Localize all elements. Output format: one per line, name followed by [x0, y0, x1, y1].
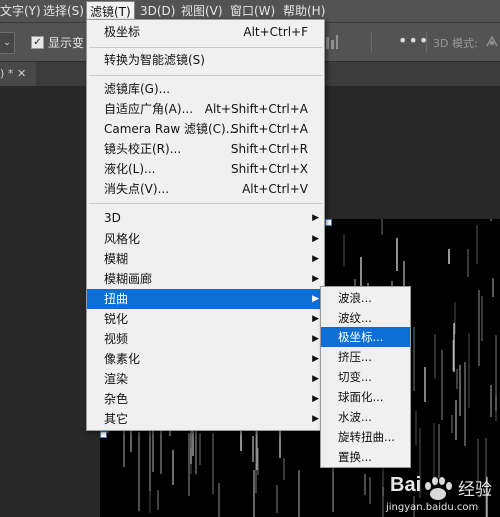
menu-item-shortcut: Alt+Ctrl+V [242, 182, 308, 196]
menu-item-label: Camera Raw 滤镜(C)... [104, 122, 238, 136]
submenu-item-twirl[interactable]: 旋转扭曲... [321, 427, 410, 447]
menu-item-label: 视频 [104, 332, 129, 346]
submenu-arrow-icon: ▶ [312, 374, 319, 384]
tool-preset-dropdown[interactable]: ⌄ [0, 32, 15, 54]
menu-item-liquify[interactable]: 液化(L)... Shift+Ctrl+X [87, 159, 324, 179]
submenu-item-pinch[interactable]: 挤压... [321, 347, 410, 367]
distort-submenu: 波浪... 波纹... 极坐标... 挤压... 切变... 球面化... 水波… [320, 286, 411, 468]
menu-item-label: 极坐标 [104, 25, 141, 39]
menu-item-label: 消失点(V)... [104, 182, 170, 196]
menu-item-3d[interactable]: 3D ▶ [87, 208, 324, 228]
submenu-item-displace[interactable]: 置换... [321, 447, 410, 467]
submenu-arrow-icon: ▶ [312, 314, 319, 324]
submenu-item-spherize[interactable]: 球面化... [321, 387, 410, 407]
menu-separator [89, 47, 322, 48]
submenu-item-polar-coordinates[interactable]: 极坐标... [321, 327, 410, 347]
menu-item-sharpen[interactable]: 锐化 ▶ [87, 309, 324, 329]
menu-item-camera-raw[interactable]: Camera Raw 滤镜(C)... Shift+Ctrl+A [87, 119, 324, 139]
submenu-item-label: 球面化... [338, 390, 384, 404]
menu-item-adaptive-wide-angle[interactable]: 自适应广角(A)... Alt+Shift+Ctrl+A [87, 99, 324, 119]
menu-item-other[interactable]: 其它 ▶ [87, 409, 324, 429]
transform-handle-top[interactable] [325, 219, 332, 226]
menu-item-blur-gallery[interactable]: 模糊画廊 ▶ [87, 269, 324, 289]
menu-separator [89, 75, 322, 76]
submenu-arrow-icon: ▶ [312, 414, 319, 424]
submenu-item-label: 水波... [338, 410, 372, 424]
transform-handle-left[interactable] [100, 431, 107, 438]
3d-rotate-icon[interactable] [484, 34, 500, 50]
submenu-item-zigzag[interactable]: 水波... [321, 407, 410, 427]
menu-item-convert-smart-filter[interactable]: 转换为智能滤镜(S) [87, 50, 324, 70]
menu-item-label: 自适应广角(A)... [104, 102, 194, 116]
submenu-item-label: 波浪... [338, 291, 372, 305]
menu-item-label: 杂色 [104, 392, 129, 406]
submenu-arrow-icon: ▶ [312, 394, 319, 404]
menu-item-shortcut: Shift+Ctrl+R [230, 142, 308, 156]
menu-item-label: 3D [104, 211, 121, 225]
menu-item-noise[interactable]: 杂色 ▶ [87, 389, 324, 409]
document-tab[interactable]: ) * ✕ [0, 62, 36, 86]
menu-item-lens-correction[interactable]: 镜头校正(R)... Shift+Ctrl+R [87, 139, 324, 159]
menu-item-vanishing-point[interactable]: 消失点(V)... Alt+Ctrl+V [87, 179, 324, 199]
menu-item-blur[interactable]: 模糊 ▶ [87, 249, 324, 269]
toolbar-divider-2 [426, 31, 427, 53]
document-tab-label: ) * [0, 67, 14, 80]
submenu-item-label: 切变... [338, 370, 372, 384]
menu-item-shortcut: Shift+Ctrl+A [231, 122, 308, 136]
submenu-arrow-icon: ▶ [312, 294, 319, 304]
menu-item-stylize[interactable]: 风格化 ▶ [87, 229, 324, 249]
submenu-arrow-icon: ▶ [312, 334, 319, 344]
submenu-arrow-icon: ▶ [312, 234, 319, 244]
menu-item-label: 扭曲 [104, 292, 129, 306]
submenu-item-label: 极坐标... [338, 330, 384, 344]
submenu-arrow-icon: ▶ [312, 354, 319, 364]
close-tab-icon[interactable]: ✕ [17, 62, 26, 86]
menu-item-last-filter[interactable]: 极坐标 Alt+Ctrl+F [87, 22, 324, 42]
menu-item-pixelate[interactable]: 像素化 ▶ [87, 349, 324, 369]
menu-separator [89, 203, 322, 204]
more-options-icon[interactable]: ••• [398, 31, 429, 50]
menu-item-filter-gallery[interactable]: 滤镜库(G)... [87, 79, 324, 99]
menu-item-label: 锐化 [104, 312, 129, 326]
menu-item-label: 镜头校正(R)... [104, 142, 182, 156]
menu-type[interactable]: 文字(Y) [0, 0, 41, 22]
submenu-arrow-icon: ▶ [312, 213, 319, 223]
menu-item-label: 风格化 [104, 232, 141, 246]
align-icon[interactable] [325, 34, 339, 50]
watermark-url: jingyan.baidu.com [386, 502, 479, 513]
filter-menu: 极坐标 Alt+Ctrl+F 转换为智能滤镜(S) 滤镜库(G)... 自适应广… [86, 19, 325, 431]
baidu-jingyan-watermark: Bai 经验 jingyan.baidu.com [382, 466, 500, 517]
toolbar-divider [371, 31, 372, 53]
menu-item-render[interactable]: 渲染 ▶ [87, 369, 324, 389]
menu-item-shortcut: Shift+Ctrl+X [231, 162, 308, 176]
menu-item-label: 模糊 [104, 252, 129, 266]
submenu-item-label: 挤压... [338, 350, 372, 364]
menu-item-label: 其它 [104, 412, 129, 426]
watermark-brand: Bai [390, 474, 422, 496]
submenu-item-shear[interactable]: 切变... [321, 367, 410, 387]
menu-item-distort[interactable]: 扭曲 ▶ [87, 289, 324, 309]
menu-item-shortcut: Alt+Ctrl+F [243, 25, 308, 39]
submenu-item-ripple[interactable]: 波纹... [321, 308, 410, 328]
menu-item-label: 模糊画廊 [104, 272, 153, 286]
submenu-item-label: 置换... [338, 450, 372, 464]
submenu-arrow-icon: ▶ [312, 274, 319, 284]
menu-item-label: 液化(L)... [104, 162, 156, 176]
menu-item-shortcut: Alt+Shift+Ctrl+A [204, 102, 308, 116]
menu-item-video[interactable]: 视频 ▶ [87, 329, 324, 349]
show-transform-label: 显示变 [48, 36, 85, 50]
submenu-item-label: 波纹... [338, 311, 372, 325]
submenu-arrow-icon: ▶ [312, 254, 319, 264]
menu-select[interactable]: 选择(S) [43, 0, 84, 22]
submenu-item-label: 旋转扭曲... [338, 430, 395, 444]
menu-item-label: 转换为智能滤镜(S) [104, 53, 205, 67]
menu-item-label: 滤镜库(G)... [104, 82, 171, 96]
menu-item-label: 像素化 [104, 352, 141, 366]
submenu-item-wave[interactable]: 波浪... [321, 288, 410, 308]
watermark-brand-cn: 经验 [458, 480, 492, 500]
show-transform-checkbox[interactable]: ✓ [31, 36, 44, 49]
menu-item-label: 渲染 [104, 372, 129, 386]
3d-mode-label: 3D 模式: [433, 37, 478, 50]
